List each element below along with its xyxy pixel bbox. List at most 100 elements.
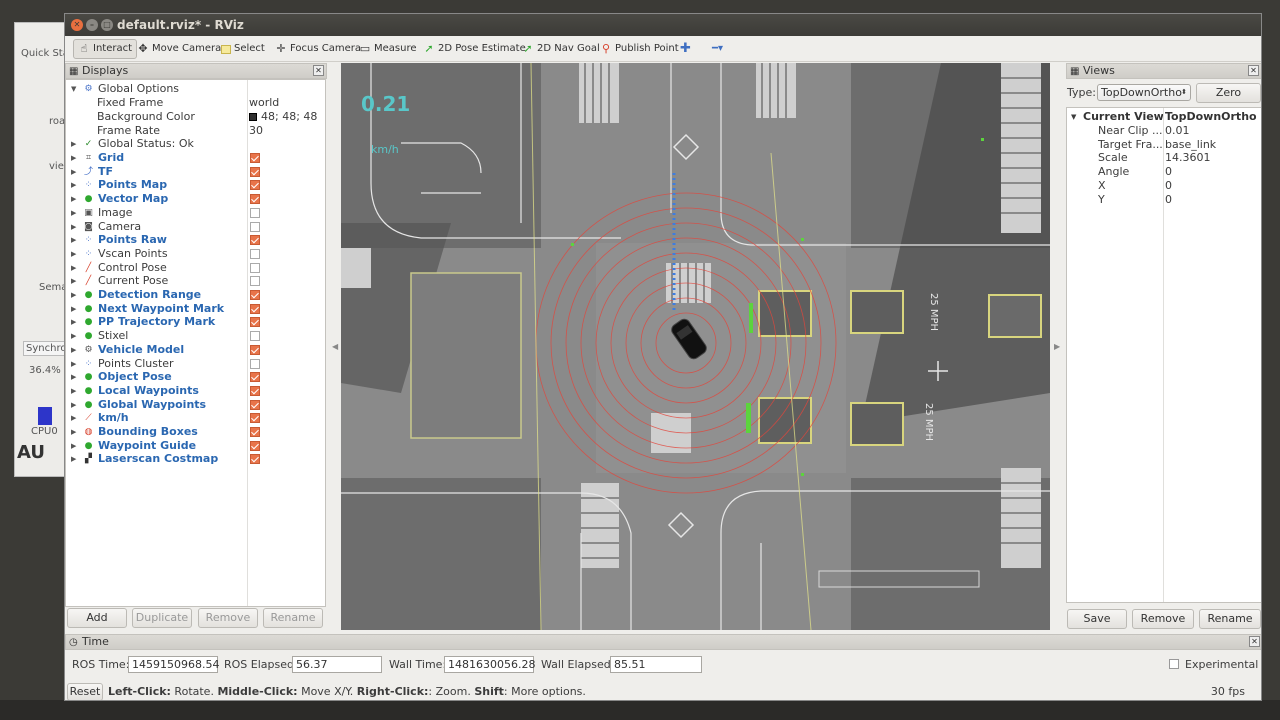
display-item[interactable]: ▶ ▞ Laserscan Costmap [66, 452, 325, 466]
duplicate-display-button[interactable]: Duplicate [132, 608, 192, 628]
view-prop-value[interactable]: 0 [1165, 179, 1172, 193]
expand-right-icon[interactable]: ▶ [71, 357, 76, 371]
display-enabled-checkbox[interactable] [250, 207, 260, 218]
display-enabled-checkbox[interactable] [250, 290, 260, 300]
tool-focus-camera[interactable]: ✛ Focus Camera [275, 39, 361, 59]
experimental-checkbox[interactable] [1169, 659, 1179, 669]
display-enabled-checkbox[interactable] [250, 385, 260, 396]
expand-right-icon[interactable]: ▶ [71, 274, 76, 288]
expand-down-icon[interactable]: ▼ [71, 82, 76, 96]
tool-move-camera[interactable]: ✥ Move Camera [137, 39, 221, 59]
expand-right-icon[interactable]: ▶ [71, 302, 76, 316]
display-item[interactable]: ▶ ● Object Pose [66, 370, 325, 384]
display-enabled-checkbox[interactable] [250, 331, 260, 342]
add-tool-button[interactable]: ✚ [680, 39, 691, 59]
display-item[interactable]: ▶ ⤴ TF [66, 165, 325, 179]
display-item[interactable]: ▶ ● Local Waypoints [66, 384, 325, 398]
collapse-right-icon[interactable]: ▶ [1054, 342, 1060, 351]
expand-right-icon[interactable]: ▶ [71, 137, 76, 151]
view-prop-value[interactable]: 14.3601 [1165, 151, 1211, 165]
display-enabled-checkbox[interactable] [250, 399, 260, 410]
ros-elapsed-field[interactable]: 56.37 [292, 656, 382, 673]
expand-right-icon[interactable]: ▶ [71, 425, 76, 439]
title-bar[interactable]: ✕ – □ default.rviz* - RViz [65, 14, 1261, 36]
expand-right-icon[interactable]: ▶ [71, 315, 76, 329]
ros-time-field[interactable]: 1459150968.54 [128, 656, 219, 673]
expand-right-icon[interactable]: ▶ [71, 329, 76, 343]
display-enabled-checkbox[interactable] [250, 180, 260, 191]
expand-right-icon[interactable]: ▶ [71, 370, 76, 384]
expand-down-icon[interactable]: ▼ [1071, 110, 1076, 124]
display-item[interactable]: ▶ ● Vector Map [66, 192, 325, 206]
tree-row-global-status[interactable]: ▶ ✓ Global Status: Ok [66, 137, 325, 151]
display-item[interactable]: ▶ ⁘ Points Raw [66, 233, 325, 247]
view-prop-value[interactable]: base_link [1165, 138, 1216, 152]
rename-display-button[interactable]: Rename [263, 608, 323, 628]
display-item[interactable]: ▶ ⚙ Vehicle Model [66, 343, 325, 357]
3d-viewport[interactable]: 0.21 km/h 25 MPH 25 MPH [341, 63, 1050, 630]
display-enabled-checkbox[interactable] [250, 440, 260, 451]
add-display-button[interactable]: Add [67, 608, 127, 628]
display-enabled-checkbox[interactable] [250, 262, 260, 273]
display-item[interactable]: ▶ ● Next Waypoint Mark [66, 302, 325, 316]
tool-measure[interactable]: ▭ Measure [359, 39, 417, 59]
maximize-icon[interactable]: □ [101, 19, 113, 31]
display-enabled-checkbox[interactable] [250, 276, 260, 287]
tree-row-global-options[interactable]: ▼ ⚙ Global Options [66, 82, 325, 96]
remove-view-button[interactable]: Remove [1132, 609, 1194, 629]
tool-interact[interactable]: ☝ Interact [73, 39, 138, 59]
tree-row-frame-rate[interactable]: Frame Rate 30 [66, 124, 325, 138]
expand-right-icon[interactable]: ▶ [71, 411, 76, 425]
expand-right-icon[interactable]: ▶ [71, 343, 76, 357]
reset-button[interactable]: Reset [67, 683, 103, 700]
display-enabled-checkbox[interactable] [250, 454, 260, 465]
display-enabled-checkbox[interactable] [250, 166, 260, 177]
display-item[interactable]: ▶ ╱ Control Pose [66, 261, 325, 275]
display-item[interactable]: ▶ ⁘ Vscan Points [66, 247, 325, 261]
wall-time-field[interactable]: 1481630056.28 [444, 656, 535, 673]
display-enabled-checkbox[interactable] [250, 221, 260, 232]
display-enabled-checkbox[interactable] [250, 194, 260, 205]
close-panel-icon[interactable]: ✕ [1249, 636, 1260, 647]
display-enabled-checkbox[interactable] [250, 344, 260, 355]
display-item[interactable]: ▶ ◙ Camera [66, 220, 325, 234]
view-type-select[interactable]: TopDownOrtho ⬍ [1097, 84, 1191, 101]
display-item[interactable]: ▶ ⟋ km/h [66, 411, 325, 425]
expand-right-icon[interactable]: ▶ [71, 233, 76, 247]
display-item[interactable]: ▶ ⁘ Points Cluster [66, 357, 325, 371]
display-item[interactable]: ▶ ● Stixel [66, 329, 325, 343]
close-panel-icon[interactable]: ✕ [1248, 65, 1259, 76]
tool-select[interactable]: Select [221, 39, 265, 59]
expand-right-icon[interactable]: ▶ [71, 288, 76, 302]
display-item[interactable]: ▶ ● Global Waypoints [66, 398, 325, 412]
collapse-left-icon[interactable]: ◀ [332, 342, 338, 351]
display-item[interactable]: ▶ ● Detection Range [66, 288, 325, 302]
display-item[interactable]: ▶ ● Waypoint Guide [66, 439, 325, 453]
display-enabled-checkbox[interactable] [250, 317, 260, 328]
display-enabled-checkbox[interactable] [250, 248, 260, 259]
zero-button[interactable]: Zero [1196, 83, 1261, 103]
save-view-button[interactable]: Save [1067, 609, 1127, 629]
rename-view-button[interactable]: Rename [1199, 609, 1261, 629]
close-icon[interactable]: ✕ [71, 19, 83, 31]
tree-row-fixed-frame[interactable]: Fixed Frame world [66, 96, 325, 110]
fixed-frame-value[interactable]: world [249, 96, 279, 110]
expand-right-icon[interactable]: ▶ [71, 206, 76, 220]
display-item[interactable]: ▶ ▣ Image [66, 206, 325, 220]
display-enabled-checkbox[interactable] [250, 413, 260, 424]
display-enabled-checkbox[interactable] [250, 303, 260, 314]
tool-2d-pose-estimate[interactable]: ➚ 2D Pose Estimate [423, 39, 525, 59]
minimize-icon[interactable]: – [86, 19, 98, 31]
display-item[interactable]: ▶ ● PP Trajectory Mark [66, 315, 325, 329]
expand-right-icon[interactable]: ▶ [71, 220, 76, 234]
expand-right-icon[interactable]: ▶ [71, 165, 76, 179]
frame-rate-value[interactable]: 30 [249, 124, 263, 138]
display-item[interactable]: ▶ ◍ Bounding Boxes [66, 425, 325, 439]
display-enabled-checkbox[interactable] [250, 427, 260, 437]
view-prop-value[interactable]: 0 [1165, 193, 1172, 207]
close-panel-icon[interactable]: ✕ [313, 65, 324, 76]
expand-right-icon[interactable]: ▶ [71, 398, 76, 412]
display-item[interactable]: ▶ ╱ Current Pose [66, 274, 325, 288]
tool-2d-nav-goal[interactable]: ➚ 2D Nav Goal [522, 39, 599, 59]
background-color-value[interactable]: 48; 48; 48 [249, 110, 317, 124]
